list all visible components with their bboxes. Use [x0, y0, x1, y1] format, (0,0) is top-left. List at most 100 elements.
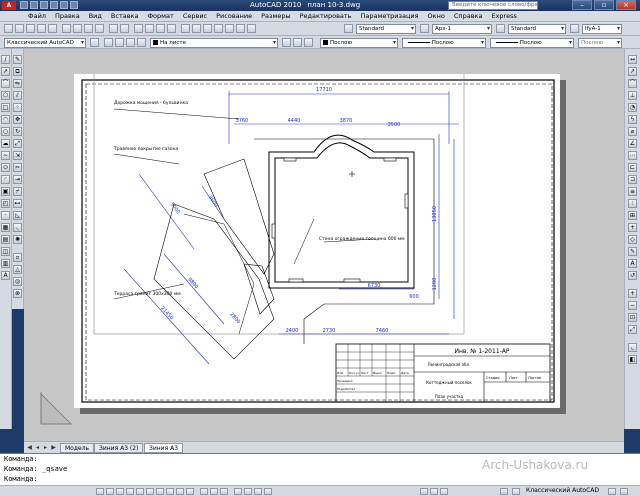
region-icon[interactable]: ◫: [1, 247, 10, 256]
save-icon[interactable]: [26, 24, 35, 33]
stretch-icon[interactable]: ⇲: [13, 151, 22, 160]
hatch-icon[interactable]: ▦: [1, 223, 10, 232]
zoom-all-icon[interactable]: ⊡: [628, 313, 637, 322]
point-icon[interactable]: ·: [1, 211, 10, 220]
diameter-dim-icon[interactable]: ⌀: [628, 127, 637, 136]
workspace-settings-icon[interactable]: [90, 38, 99, 47]
break-icon[interactable]: ⌿: [13, 187, 22, 196]
center-mark-icon[interactable]: +: [628, 223, 637, 232]
last-tab-icon[interactable]: ▶: [50, 444, 57, 452]
layer-properties-icon[interactable]: [104, 38, 113, 47]
open-file-icon[interactable]: [30, 1, 38, 9]
menu-item-7[interactable]: Размеры: [261, 12, 291, 20]
table-style-select[interactable]: Standard: [508, 24, 566, 34]
revision-cloud-icon[interactable]: ☁: [1, 139, 10, 148]
zoom-button[interactable]: [244, 488, 252, 495]
redo-icon[interactable]: [60, 1, 68, 9]
workspace-switch-button[interactable]: [512, 488, 520, 495]
polar-tracking-button[interactable]: [126, 488, 134, 495]
construction-line-icon[interactable]: ↗: [1, 67, 10, 76]
sun-freeze-icon[interactable]: [126, 38, 135, 47]
erase-icon[interactable]: ✎: [13, 55, 22, 64]
steering-wheel-button[interactable]: [254, 488, 262, 495]
object-snap-tracking-button[interactable]: [146, 488, 154, 495]
dim-break-icon[interactable]: ⫶: [628, 199, 637, 208]
paste-icon[interactable]: [84, 24, 93, 33]
calculator-icon[interactable]: [236, 24, 245, 33]
undo-icon[interactable]: [109, 24, 118, 33]
lightbulb-icon[interactable]: [115, 38, 124, 47]
dim-text-edit-icon[interactable]: A: [628, 259, 637, 268]
snap-mode-button[interactable]: [96, 488, 104, 495]
ucs-icon[interactable]: ⌞: [628, 343, 637, 352]
menu-item-0[interactable]: Файл: [28, 12, 46, 20]
drawing-canvas[interactable]: 17710 3760 4440 3870 3500 13050 1200 673…: [24, 49, 624, 441]
redo-icon[interactable]: [120, 24, 129, 33]
quick-dim-icon[interactable]: ⋯: [628, 151, 637, 160]
model-paper-button[interactable]: [200, 488, 208, 495]
table-icon[interactable]: ▥: [1, 259, 10, 268]
design-center-icon[interactable]: [192, 24, 201, 33]
join-icon[interactable]: ⊷: [13, 199, 22, 208]
lineweight-button[interactable]: [176, 488, 184, 495]
autocad-logo-icon[interactable]: A: [2, 1, 16, 10]
menu-item-1[interactable]: Правка: [55, 12, 80, 20]
fillet-icon[interactable]: ◟: [13, 223, 22, 232]
markup-icon[interactable]: [225, 24, 234, 33]
menu-item-5[interactable]: Сервис: [183, 12, 207, 20]
chamfer-icon[interactable]: ◺: [13, 211, 22, 220]
layer-previous-icon[interactable]: [293, 38, 302, 47]
dim-style-select[interactable]: Арх-1: [432, 24, 492, 34]
line-tool-icon[interactable]: /: [1, 55, 10, 64]
undo-icon[interactable]: [50, 1, 58, 9]
lineweight-select[interactable]: Послою: [490, 38, 574, 48]
explode-icon[interactable]: ✺: [13, 235, 22, 244]
gradient-icon[interactable]: ▤: [1, 235, 10, 244]
quick-view-drawings-button[interactable]: [220, 488, 228, 495]
new-file-icon[interactable]: [20, 1, 28, 9]
mirror-icon[interactable]: ⇋: [13, 79, 22, 88]
copy-icon[interactable]: [73, 24, 82, 33]
polygon-icon[interactable]: ⬠: [1, 91, 10, 100]
zoom-realtime-icon[interactable]: [145, 24, 154, 33]
dim-update-icon[interactable]: ↺: [628, 271, 637, 280]
polyline-icon[interactable]: ⌒: [1, 79, 10, 88]
zoom-previous-icon[interactable]: [167, 24, 176, 33]
text-style-select[interactable]: Standard: [356, 24, 416, 34]
sheet-set-icon[interactable]: [214, 24, 223, 33]
spline-icon[interactable]: ~: [1, 151, 10, 160]
annotation-scale-button[interactable]: [420, 488, 428, 495]
print-preview-icon[interactable]: [48, 24, 57, 33]
dim-edit-icon[interactable]: ✎: [628, 247, 637, 256]
zoom-extents-icon[interactable]: ⤢: [628, 325, 637, 334]
print-icon[interactable]: [37, 24, 46, 33]
tool-palettes-icon[interactable]: [203, 24, 212, 33]
menu-item-6[interactable]: Рисование: [216, 12, 252, 20]
angular-dim-icon[interactable]: ∠: [628, 139, 637, 148]
circle-icon[interactable]: ○: [1, 127, 10, 136]
quick-properties-button[interactable]: [186, 488, 194, 495]
menu-item-4[interactable]: Формат: [147, 12, 173, 20]
next-tab-icon[interactable]: ▸: [42, 444, 49, 452]
menu-item-2[interactable]: Вид: [89, 12, 102, 20]
pan-icon[interactable]: [134, 24, 143, 33]
ordinate-dim-icon[interactable]: ⊥: [628, 91, 637, 100]
pan-button[interactable]: [234, 488, 242, 495]
zoom-in-icon[interactable]: +: [628, 289, 637, 298]
menu-item-10[interactable]: Окно: [428, 12, 445, 20]
multileader-style-select[interactable]: ifyA-1: [582, 24, 622, 34]
inspection-icon[interactable]: ◇: [628, 235, 637, 244]
allow-ucs-button[interactable]: [156, 488, 164, 495]
dim-space-icon[interactable]: ≡: [628, 187, 637, 196]
properties-icon[interactable]: [181, 24, 190, 33]
rectangle-icon[interactable]: □: [1, 103, 10, 112]
color-select[interactable]: Послою: [320, 38, 398, 48]
grid-display-button[interactable]: [106, 488, 114, 495]
open-icon[interactable]: [15, 24, 24, 33]
make-current-layer-icon[interactable]: [282, 38, 291, 47]
menu-item-9[interactable]: Параметризация: [361, 12, 419, 20]
ellipse-arc-icon[interactable]: ◜: [1, 175, 10, 184]
new-icon[interactable]: [4, 24, 13, 33]
lock-icon[interactable]: [137, 38, 146, 47]
tab-layout-a3-2[interactable]: Зиния А3 (2): [94, 443, 144, 453]
